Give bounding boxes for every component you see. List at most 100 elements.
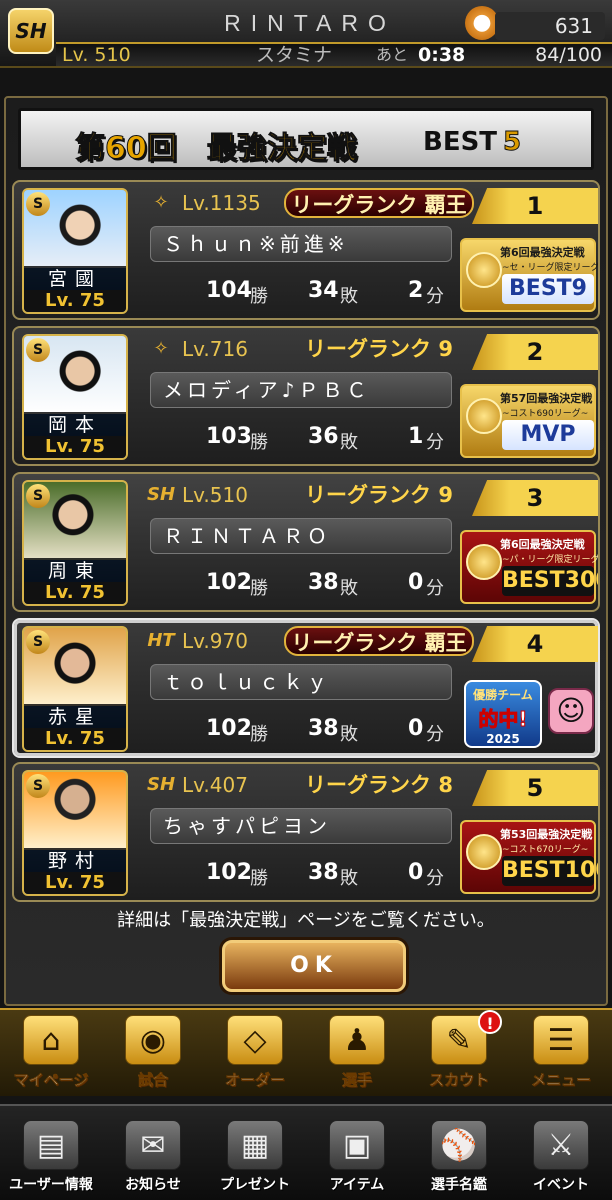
remaining-time: 0:38 <box>418 44 466 66</box>
rank-number: 4 <box>472 626 598 662</box>
award-badge[interactable]: 第6回最強決定戦 ~セ・リーグ限定リーグ~ BEST9 <box>460 238 598 312</box>
losses-unit: 敗 <box>340 578 358 599</box>
player-card[interactable]: S 赤星 Lv. 75 <box>22 626 128 752</box>
user-name[interactable]: ＲＩＮＴＡＲＯ <box>150 518 452 554</box>
player-card-name: 岡本 <box>24 412 126 438</box>
player-card[interactable]: S 野村 Lv. 75 <box>22 770 128 896</box>
player-card[interactable]: S 宮國 Lv. 75 <box>22 188 128 314</box>
ok-button[interactable]: OK <box>222 940 406 992</box>
award-title: 第6回最強決定戦 <box>500 538 585 551</box>
menu-notice[interactable]: ✉ お知らせ <box>102 1106 204 1200</box>
losses-unit: 敗 <box>340 868 358 889</box>
results-dialog: 第60回 最強決定戦 BEST 5 S 宮國 Lv. 75 ✧ Lv.1135 リ… <box>4 96 608 1006</box>
smile-face-icon: ☺ <box>548 688 594 734</box>
user-level: Lv.716 <box>182 337 248 361</box>
medal-icon <box>466 252 502 288</box>
award-result: MVP <box>502 420 594 450</box>
award-badge[interactable]: 第57回最強決定戦 ~コスト690リーグ~ MVP <box>460 384 596 458</box>
menu-menu[interactable]: ☰ メニュー <box>510 1010 612 1096</box>
user-level: Lv.407 <box>182 773 248 797</box>
s-rank-icon: S <box>26 774 50 798</box>
menu-label: 選手名鑑 <box>431 1177 487 1193</box>
award-result: BEST9 <box>502 274 594 304</box>
s-rank-icon: S <box>26 338 50 362</box>
player-card[interactable]: S 周東 Lv. 75 <box>22 480 128 606</box>
menu-present[interactable]: ▦ プレゼント <box>204 1106 306 1200</box>
menu-label: メニュー <box>530 1071 592 1090</box>
player-card-name: 周東 <box>24 558 126 584</box>
ranking-row[interactable]: S 岡本 Lv. 75 ✧ Lv.716 リーグランク 9 2 メロディア♪ＰＢ… <box>12 326 600 466</box>
menu-players[interactable]: ♟ 選手 <box>306 1010 408 1096</box>
menu-user-info[interactable]: ▤ ユーザー情報 <box>0 1106 102 1200</box>
best-label: BEST 5 <box>423 127 522 158</box>
menu-order[interactable]: ◇ オーダー <box>204 1010 306 1096</box>
notice-icon: ✉ <box>125 1120 181 1170</box>
menu-label: マイページ <box>13 1071 89 1090</box>
menu-label: お知らせ <box>125 1177 181 1193</box>
user-name[interactable]: ちゃすパピヨン <box>150 808 452 844</box>
wins: 104 <box>206 278 252 303</box>
player-name: RINTARO <box>224 10 396 36</box>
player-card-level: Lv. 75 <box>24 582 126 604</box>
user-level: Lv.970 <box>182 629 248 653</box>
player-card[interactable]: S 岡本 Lv. 75 <box>22 334 128 460</box>
wins-unit: 勝 <box>250 286 268 307</box>
menu-label: アイテム <box>329 1177 385 1193</box>
award-badge[interactable]: 優勝チーム 的中! 2025 ☺ <box>460 676 596 750</box>
user-name[interactable]: ｔｏｌｕｃｋｙ <box>150 664 452 700</box>
draws: 2 <box>408 278 424 303</box>
menu-event[interactable]: ⚔ イベント <box>510 1106 612 1200</box>
award-badge[interactable]: 第6回最強決定戦 ~パ・リーグ限定リーグ~ BEST300 <box>460 530 598 604</box>
wins: 102 <box>206 716 252 741</box>
rank-number: 5 <box>472 770 598 806</box>
item-icon: ▣ <box>329 1120 385 1170</box>
menu-label: ユーザー情報 <box>9 1177 93 1193</box>
menu-item[interactable]: ▣ アイテム <box>306 1106 408 1200</box>
gift-icon: ▦ <box>227 1120 283 1170</box>
award-result: BEST300 <box>502 566 598 596</box>
main-menu-bar: ⌂ マイページ ◉ 試合 ◇ オーダー ♟ 選手 ✎ スカウト ! ☰ メニュー <box>0 1008 612 1096</box>
remaining-label: あと <box>376 45 409 64</box>
s-rank-icon: S <box>26 630 50 654</box>
award-result: BEST100 <box>502 856 598 886</box>
award-badge[interactable]: 第53回最強決定戦 ~コスト670リーグ~ BEST100 <box>460 820 598 894</box>
medal-icon <box>466 544 502 580</box>
team-logo-icon[interactable]: SH <box>8 8 54 54</box>
menu-mypage[interactable]: ⌂ マイページ <box>0 1010 102 1096</box>
player-card-level: Lv. 75 <box>24 436 126 458</box>
wins-unit: 勝 <box>250 578 268 599</box>
user-info-icon: ▤ <box>23 1120 79 1170</box>
ranking-row[interactable]: S 赤星 Lv. 75 HT Lv.970 リーグランク 覇王 4 ｔｏｌｕｃｋ… <box>12 618 600 758</box>
ranking-row-self[interactable]: S 周東 Lv. 75 SH Lv.510 リーグランク 9 3 ＲＩＮＴＡＲＯ… <box>12 472 600 612</box>
user-level: Lv. 510 <box>62 44 131 66</box>
menu-scout[interactable]: ✎ スカウト ! <box>408 1010 510 1096</box>
player-card-level: Lv. 75 <box>24 290 126 312</box>
stamina-label: スタミナ <box>256 44 333 66</box>
losses: 38 <box>308 860 339 885</box>
medal-icon <box>466 398 502 434</box>
win-loss-record: 102 勝 38 敗 0 分 <box>150 712 450 746</box>
menu-catalog[interactable]: ⚾ 選手名鑑 <box>408 1106 510 1200</box>
menu-icon: ☰ <box>533 1015 589 1065</box>
user-name[interactable]: メロディア♪ＰＢＣ <box>150 372 452 408</box>
menu-label: 試合 <box>137 1071 169 1090</box>
menu-match[interactable]: ◉ 試合 <box>102 1010 204 1096</box>
menu-label: スカウト <box>428 1071 490 1090</box>
menu-label: 選手 <box>341 1071 373 1090</box>
player-card-level: Lv. 75 <box>24 872 126 894</box>
ranking-row[interactable]: S 野村 Lv. 75 SH Lv.407 リーグランク 8 5 ちゃすパピヨン… <box>12 762 600 902</box>
user-level: Lv.1135 <box>182 191 261 215</box>
league-rank: リーグランク 9 <box>305 337 453 361</box>
menu-label: イベント <box>533 1177 589 1193</box>
menu-label: プレゼント <box>220 1177 290 1193</box>
player-card-name: 赤星 <box>24 704 126 730</box>
sub-menu-bar: ▤ ユーザー情報 ✉ お知らせ ▦ プレゼント ▣ アイテム ⚾ 選手名鑑 ⚔ … <box>0 1104 612 1200</box>
user-name[interactable]: Ｓｈｕｎ※前進※ <box>150 226 452 262</box>
win-loss-record: 103 勝 36 敗 1 分 <box>150 420 450 454</box>
player-icon: ♟ <box>329 1015 385 1065</box>
wins-unit: 勝 <box>250 724 268 745</box>
losses: 38 <box>308 716 339 741</box>
ranking-row[interactable]: S 宮國 Lv. 75 ✧ Lv.1135 リーグランク 覇王 1 Ｓｈｕｎ※前… <box>12 180 600 320</box>
losses-unit: 敗 <box>340 432 358 453</box>
menu-label: オーダー <box>224 1071 286 1090</box>
